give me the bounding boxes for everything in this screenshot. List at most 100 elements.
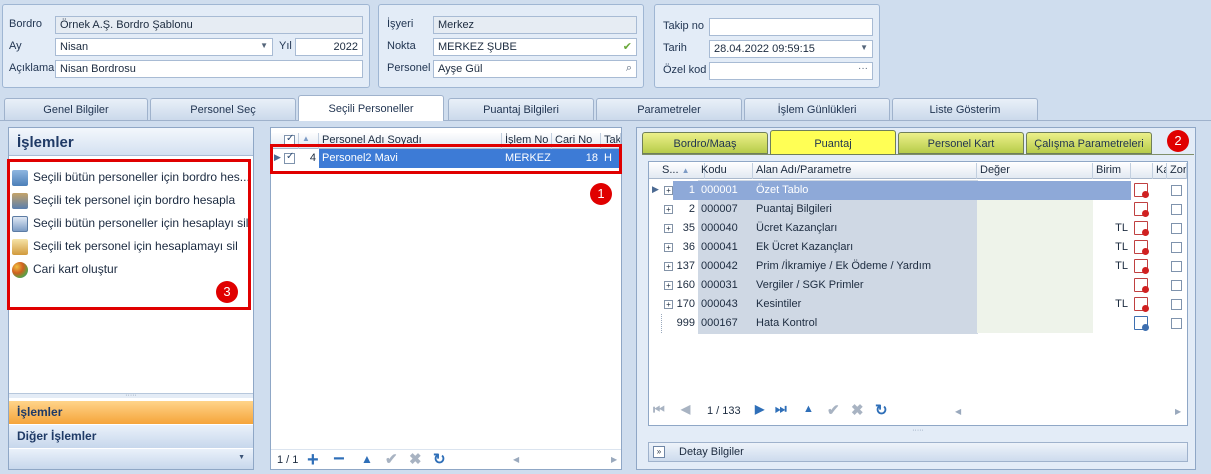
confirm-icon[interactable]: ✔ <box>827 401 840 419</box>
expand-plus-icon[interactable]: + <box>664 224 673 233</box>
scroll-left-icon[interactable]: ◀ <box>955 407 961 416</box>
tab-personel-sec[interactable]: Personel Seç <box>150 98 296 120</box>
report-icon[interactable] <box>1134 240 1149 255</box>
row-checkbox[interactable] <box>1171 318 1182 329</box>
move-up-icon[interactable]: ▲ <box>361 452 373 466</box>
next-page-icon[interactable]: ▶ <box>755 402 764 416</box>
cancel-icon[interactable]: ✖ <box>851 401 864 419</box>
sidebar-overflow[interactable]: ▼ <box>9 449 253 469</box>
tab-islem-gunlukleri[interactable]: İşlem Günlükleri <box>744 98 890 120</box>
tarih-field[interactable]: 28.04.2022 09:59:15 ▼ <box>709 40 873 58</box>
table-row[interactable]: +137 000042 Prim /İkramiye / Ek Ödeme / Ya… <box>649 257 1187 276</box>
tab-parametreler[interactable]: Parametreler <box>596 98 742 120</box>
table-row[interactable]: 999 000167 Hata Kontrol <box>649 314 1187 333</box>
personel-field[interactable]: Ayşe Gül ⌕ <box>433 60 637 78</box>
expand-plus-icon[interactable]: + <box>664 300 673 309</box>
table-row[interactable]: +160 000031 Vergiler / SGK Primler <box>649 276 1187 295</box>
col-alan-adi[interactable]: Alan Adı/Parametre <box>753 163 977 179</box>
row-indicator <box>649 238 659 257</box>
subtab-calisma-parametreleri[interactable]: Çalışma Parametreleri <box>1026 132 1152 154</box>
row-birim <box>1093 181 1131 200</box>
row-alan: Prim /İkramiye / Ek Ödeme / Yardım <box>756 260 932 272</box>
row-checkbox[interactable] <box>1171 242 1182 253</box>
row-checkbox[interactable] <box>1171 280 1182 291</box>
report-icon[interactable] <box>1134 297 1149 312</box>
last-page-icon[interactable]: ⏭ <box>775 401 787 417</box>
ozel-field[interactable]: ··· <box>709 62 873 80</box>
col-birim[interactable]: Birim <box>1093 163 1131 179</box>
aciklama-field[interactable]: Nisan Bordrosu <box>55 60 363 78</box>
row-alan: Özet Tablo <box>753 181 977 200</box>
scroll-right-icon[interactable]: ▶ <box>611 455 617 464</box>
expand-plus-icon[interactable]: + <box>664 281 673 290</box>
detail-bar[interactable]: » Detay Bilgiler <box>648 442 1188 462</box>
report-icon[interactable] <box>1134 202 1149 217</box>
table-row[interactable]: ▶ +1 000001 Özet Tablo <box>649 181 1187 200</box>
ay-label: Ay <box>9 40 22 52</box>
sidebar-section-islemler[interactable]: İşlemler <box>9 401 253 424</box>
table-row[interactable]: +2 000007 Puantaj Bilgileri <box>649 200 1187 219</box>
expand-plus-icon[interactable]: + <box>664 205 673 214</box>
row-checkbox[interactable] <box>1171 204 1182 215</box>
row-checkbox[interactable] <box>1171 261 1182 272</box>
scroll-left-icon[interactable]: ◀ <box>513 455 519 464</box>
col-kodu[interactable]: Kodu <box>698 163 753 179</box>
report-icon[interactable] <box>1134 221 1149 236</box>
col-zor[interactable]: Zor <box>1167 163 1187 179</box>
report-edit-icon[interactable] <box>1134 316 1149 331</box>
expand-plus-icon[interactable]: + <box>664 243 673 252</box>
table-row[interactable]: +36 000041 Ek Ücret Kazançları TL <box>649 238 1187 257</box>
row-indicator <box>649 276 659 295</box>
row-deger <box>977 219 1093 238</box>
ellipsis-icon[interactable]: ··· <box>858 63 868 74</box>
table-row[interactable]: +170 000043 Kesintiler TL <box>649 295 1187 314</box>
expand-plus-icon[interactable]: + <box>664 186 673 195</box>
col-ka[interactable]: Ka <box>1153 163 1167 179</box>
bordro-field[interactable]: Örnek A.Ş. Bordro Şablonu <box>55 16 363 34</box>
tab-genel-bilgiler[interactable]: Genel Bilgiler <box>4 98 148 120</box>
report-icon[interactable] <box>1134 259 1149 274</box>
col-deger[interactable]: Değer <box>977 163 1093 179</box>
row-checkbox[interactable] <box>1171 299 1182 310</box>
expand-plus-icon[interactable]: + <box>664 262 673 271</box>
refresh-icon[interactable]: ↻ <box>433 450 446 468</box>
lookup-icon[interactable]: ⌕ <box>626 62 632 75</box>
remove-icon[interactable]: − <box>333 448 345 471</box>
col-report[interactable] <box>1131 163 1153 179</box>
move-up-icon[interactable]: ▲ <box>803 403 814 415</box>
add-icon[interactable]: + <box>307 449 319 472</box>
row-checkbox[interactable] <box>1171 223 1182 234</box>
takip-field[interactable] <box>709 18 873 36</box>
first-page-icon[interactable]: ⏮ <box>653 402 665 418</box>
row-birim: TL <box>1115 298 1128 310</box>
tab-puantaj-bilgileri[interactable]: Puantaj Bilgileri <box>448 98 594 120</box>
row-birim: TL <box>1115 260 1128 272</box>
prev-page-icon[interactable]: ◀ <box>681 402 690 416</box>
scroll-right-icon[interactable]: ▶ <box>1175 407 1181 416</box>
detail-splitter[interactable]: ····· <box>649 427 1187 435</box>
report-icon[interactable] <box>1134 278 1149 293</box>
row-birim <box>1093 314 1131 333</box>
sidebar-section-diger[interactable]: Diğer İşlemler <box>9 425 253 448</box>
expand-icon[interactable]: » <box>653 446 665 458</box>
row-deger <box>977 181 1093 200</box>
subtab-personel-kart[interactable]: Personel Kart <box>898 132 1024 154</box>
ay-select[interactable]: Nisan ▼ <box>55 38 273 56</box>
refresh-icon[interactable]: ↻ <box>875 401 888 419</box>
subtab-puantaj[interactable]: Puantaj <box>770 130 896 155</box>
tab-liste-gosterim[interactable]: Liste Gösterim <box>892 98 1038 120</box>
confirm-icon[interactable]: ✔ <box>385 450 398 468</box>
row-checkbox[interactable] <box>1171 185 1182 196</box>
tarih-value: 28.04.2022 09:59:15 <box>714 43 815 55</box>
tab-secili-personeller[interactable]: Seçili Personeller <box>298 95 444 121</box>
yil-field[interactable]: 2022 <box>295 38 363 56</box>
chevron-down-icon: ▼ <box>238 454 245 461</box>
cancel-icon[interactable]: ✖ <box>409 450 422 468</box>
nokta-field[interactable]: MERKEZ ŞUBE ✔ <box>433 38 637 56</box>
sidebar-splitter[interactable]: ····· <box>9 392 253 399</box>
row-kodu: 000043 <box>701 298 738 310</box>
isyeri-field[interactable]: Merkez <box>433 16 637 34</box>
report-icon[interactable] <box>1134 183 1149 198</box>
table-row[interactable]: +35 000040 Ücret Kazançları TL <box>649 219 1187 238</box>
subtab-bordro-maas[interactable]: Bordro/Maaş <box>642 132 768 154</box>
